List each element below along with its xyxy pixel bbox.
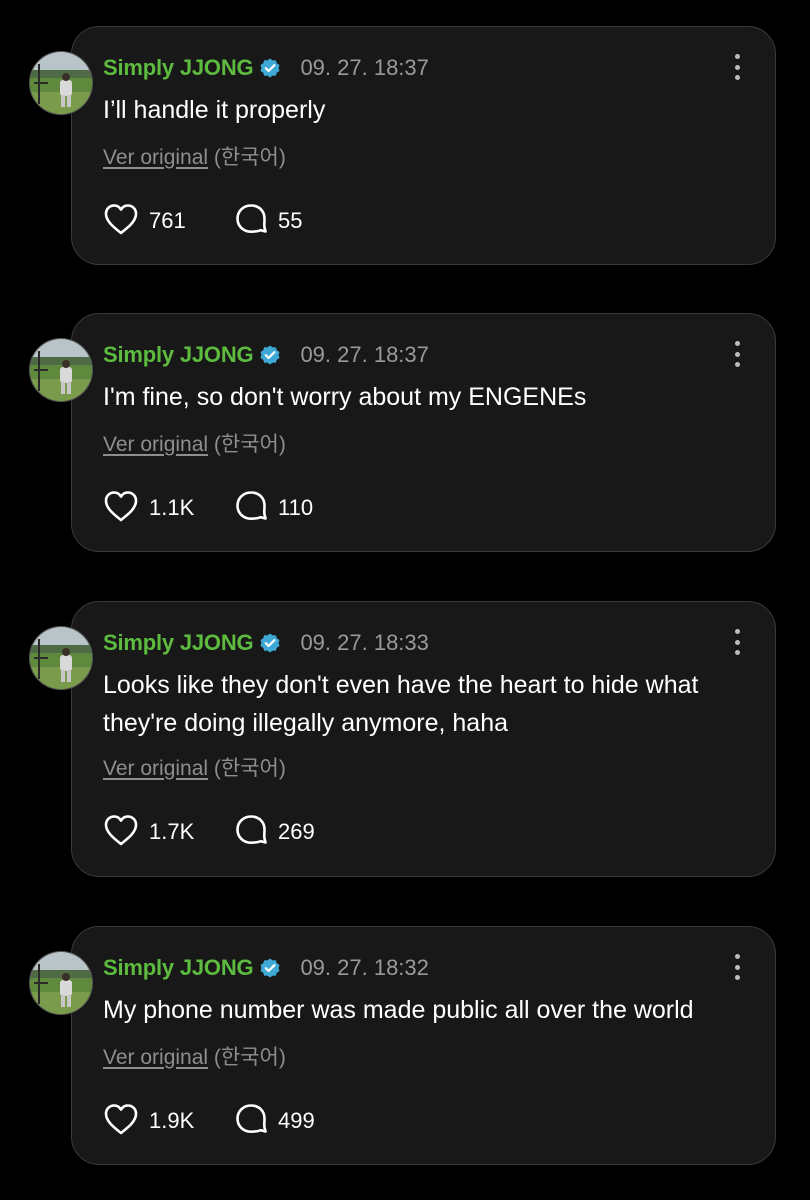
comment-count: 499	[278, 1108, 315, 1133]
like-button[interactable]: 1.1K	[103, 489, 194, 528]
like-button[interactable]: 1.7K	[103, 813, 194, 852]
original-language: (한국어)	[213, 1046, 286, 1069]
post-header: Simply JJONG 09. 27. 18:37	[103, 53, 429, 83]
like-button[interactable]: 1.9K	[103, 1102, 194, 1141]
view-original-link[interactable]: Ver original	[103, 146, 208, 169]
translation-note: Ver original (한국어)	[103, 1041, 286, 1071]
username[interactable]: Simply JJONG	[103, 955, 254, 981]
more-options-icon[interactable]	[731, 953, 743, 981]
post-actions: 761 55	[103, 202, 302, 241]
avatar[interactable]	[29, 51, 93, 115]
avatar[interactable]	[29, 338, 93, 402]
comment-button[interactable]: 499	[235, 1102, 315, 1140]
like-count: 761	[149, 208, 186, 233]
heart-icon	[103, 489, 139, 528]
post-timestamp: 09. 27. 18:37	[300, 342, 429, 367]
comment-count: 110	[278, 495, 314, 520]
more-options-icon[interactable]	[731, 340, 743, 368]
post-timestamp: 09. 27. 18:33	[300, 630, 429, 655]
avatar[interactable]	[29, 626, 93, 690]
more-options-icon[interactable]	[731, 628, 743, 656]
post-header: Simply JJONG 09. 27. 18:37	[103, 340, 429, 370]
translation-note: Ver original (한국어)	[103, 141, 286, 171]
speech-bubble-icon	[235, 489, 268, 527]
heart-icon	[103, 813, 139, 852]
view-original-link[interactable]: Ver original	[103, 433, 208, 456]
username[interactable]: Simply JJONG	[103, 342, 254, 368]
post-card[interactable]: Simply JJONG 09. 27. 18:33 Looks like th…	[29, 601, 776, 877]
comment-button[interactable]: 269	[235, 813, 315, 851]
post-header: Simply JJONG 09. 27. 18:32	[103, 953, 429, 983]
post-text: Looks like they don't even have the hear…	[103, 671, 699, 737]
avatar[interactable]	[29, 951, 93, 1015]
comment-button[interactable]: 110	[235, 489, 313, 527]
comment-button[interactable]: 55	[235, 202, 302, 240]
speech-bubble-icon	[235, 1102, 268, 1140]
post-card[interactable]: Simply JJONG 09. 27. 18:37 I'm fine, so …	[29, 313, 776, 552]
comment-count: 269	[278, 819, 315, 844]
speech-bubble-icon	[235, 813, 268, 851]
username[interactable]: Simply JJONG	[103, 630, 254, 656]
translation-note: Ver original (한국어)	[103, 752, 286, 782]
translation-note: Ver original (한국어)	[103, 428, 286, 458]
heart-icon	[103, 202, 139, 241]
original-language: (한국어)	[213, 757, 286, 780]
original-language: (한국어)	[213, 433, 286, 456]
speech-bubble-icon	[235, 202, 268, 240]
like-count: 1.7K	[149, 819, 195, 844]
post-text: My phone number was made public all over…	[103, 996, 694, 1024]
verified-badge-icon	[259, 344, 282, 366]
like-count: 1.1K	[149, 495, 195, 520]
post-actions: 1.9K 499	[103, 1102, 315, 1141]
verified-badge-icon	[259, 632, 282, 654]
original-language: (한국어)	[213, 146, 286, 169]
post-text: I'm fine, so don't worry about my ENGENE…	[103, 383, 587, 411]
username[interactable]: Simply JJONG	[103, 55, 254, 81]
comment-count: 55	[278, 208, 303, 233]
heart-icon	[103, 1102, 139, 1141]
post-card[interactable]: Simply JJONG 09. 27. 18:32 My phone numb…	[29, 926, 776, 1165]
like-count: 1.9K	[149, 1108, 195, 1133]
view-original-link[interactable]: Ver original	[103, 757, 208, 780]
post-timestamp: 09. 27. 18:37	[300, 55, 429, 80]
like-button[interactable]: 761	[103, 202, 186, 241]
more-options-icon[interactable]	[731, 53, 743, 81]
post-header: Simply JJONG 09. 27. 18:33	[103, 628, 429, 658]
post-actions: 1.7K 269	[103, 813, 315, 852]
post-text: I’ll handle it properly	[103, 96, 326, 124]
post-card[interactable]: Simply JJONG 09. 27. 18:37 I’ll handle i…	[29, 26, 776, 265]
post-actions: 1.1K 110	[103, 489, 313, 528]
verified-badge-icon	[259, 57, 282, 79]
verified-badge-icon	[259, 957, 282, 979]
view-original-link[interactable]: Ver original	[103, 1046, 208, 1069]
post-timestamp: 09. 27. 18:32	[300, 955, 429, 980]
